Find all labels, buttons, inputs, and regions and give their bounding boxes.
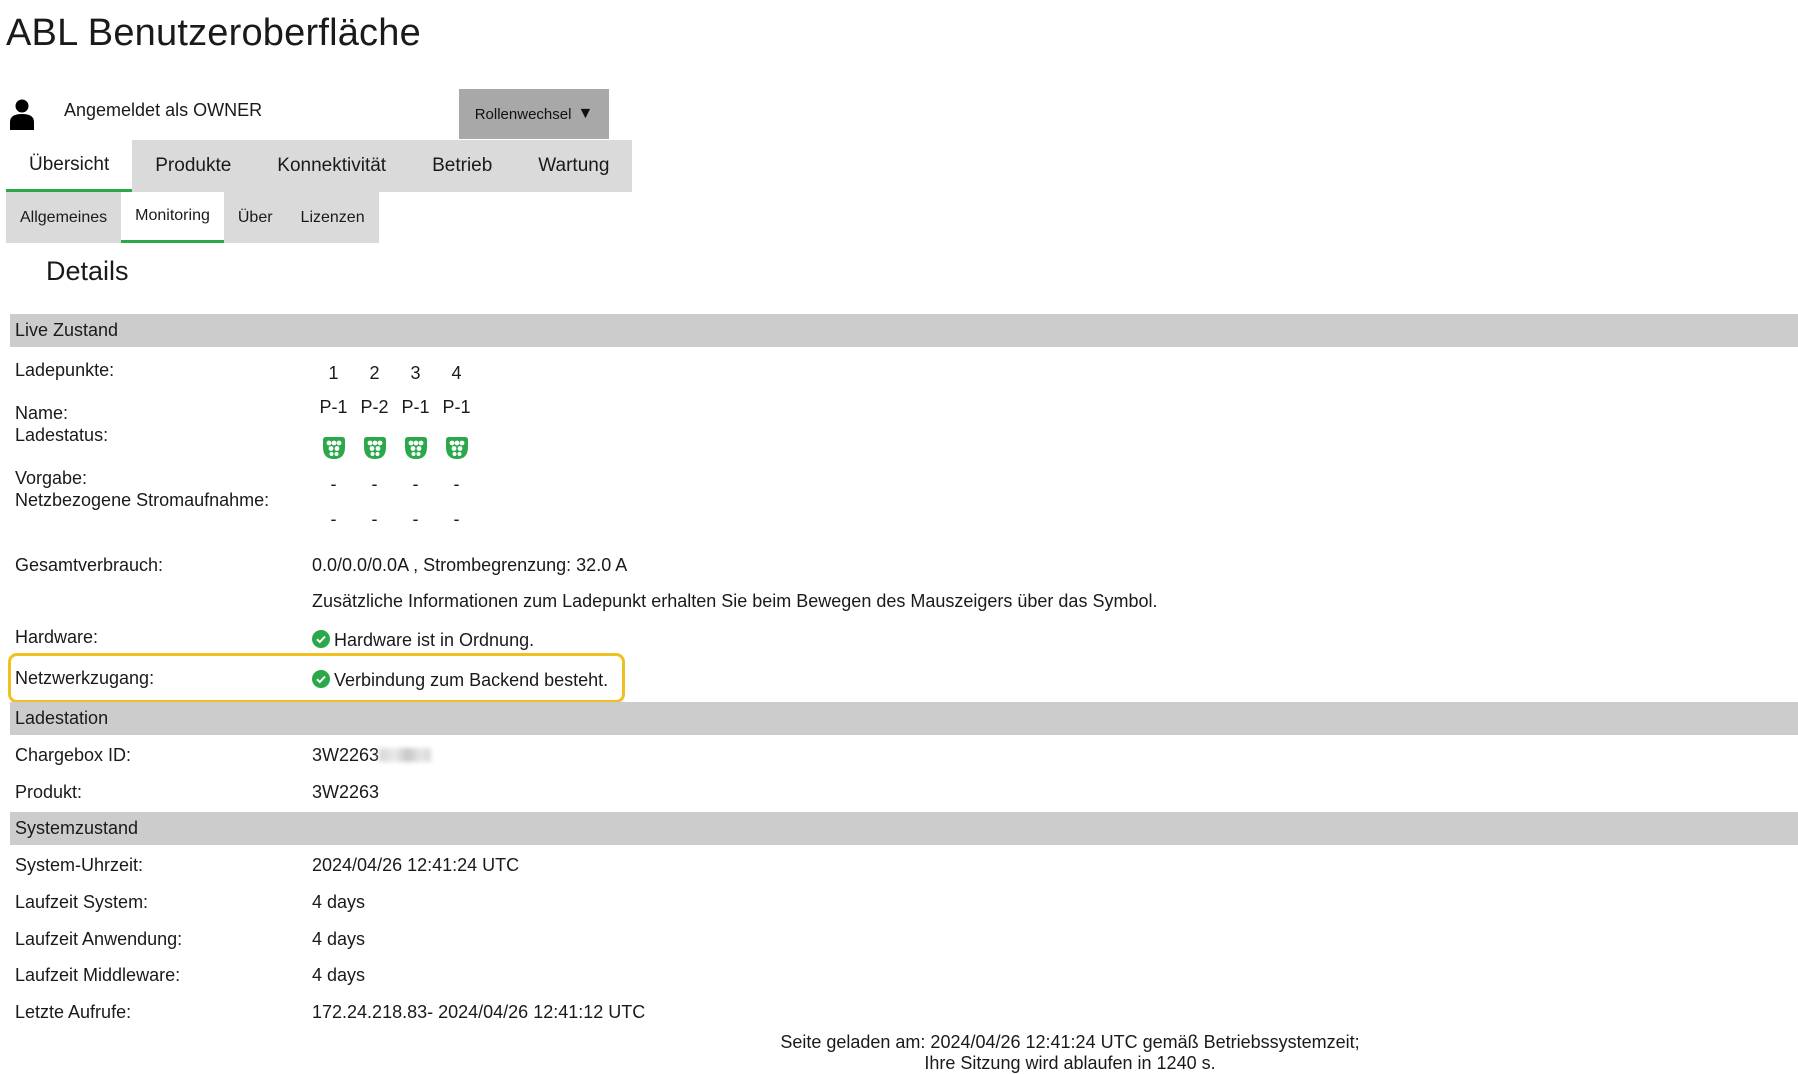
netzbezug-label: Netzbezogene Stromaufnahme: [15,490,270,510]
ladepunkt-name: P-1 [442,397,471,417]
laufzeit-anwendung-value: 4 days [312,929,366,949]
vorgabe-value: - [330,474,337,494]
chargebox-id-value: 3W2263 [312,745,432,766]
ladepunkt-name: P-1 [319,397,348,417]
hardware-status-text: Hardware ist in Ordnung. [334,630,535,650]
netzwerkzugang-status: Verbindung zum Backend besteht. [312,670,608,691]
system-uhrzeit-value: 2024/04/26 12:41:24 UTC [312,855,520,875]
tab-konnektivitaet[interactable]: Konnektivität [254,140,410,192]
section-ladestation: Ladestation [10,702,1798,735]
footer-loaded-at: Seite geladen am: 2024/04/26 12:41:24 UT… [780,1032,1360,1052]
netzwerkzugang-status-text: Verbindung zum Backend besteht. [334,670,609,690]
netzbezug-row: - - - - [313,509,477,530]
hardware-label: Hardware: [15,627,99,647]
details-heading: Details [46,256,129,286]
triangle-down-icon: ▼ [577,105,594,122]
charging-connector-icon[interactable] [354,434,395,462]
ladepunkt-number: 3 [410,363,421,383]
ladepunkt-name: P-1 [401,397,430,417]
section-systemzustand: Systemzustand [10,812,1798,845]
hardware-status: Hardware ist in Ordnung. [312,630,534,651]
tab-wartung[interactable]: Wartung [515,140,633,192]
role-switch-button[interactable]: Rollenwechsel ▼ [459,89,609,139]
tab-uebersicht[interactable]: Übersicht [6,140,133,192]
subtab-allgemeines[interactable]: Allgemeines [6,192,122,243]
vorgabe-row: - - - - [313,474,477,495]
vorgabe-value: - [371,474,378,494]
subtab-lizenzen[interactable]: Lizenzen [286,192,379,243]
ladepunkt-number: 1 [328,363,339,383]
netzwerkzugang-label: Netzwerkzugang: [15,668,155,688]
tab-produkte[interactable]: Produkte [132,140,255,192]
ladepunkte-label: Ladepunkte: [15,360,115,380]
produkt-label: Produkt: [15,782,83,802]
ladestatus-label: Ladestatus: [15,425,109,445]
system-uhrzeit-label: System-Uhrzeit: [15,855,144,875]
letzte-aufrufe-label: Letzte Aufrufe: [15,1002,132,1022]
charging-connector-icon[interactable] [395,434,436,462]
check-circle-icon [312,630,330,648]
info-text: Zusätzliche Informationen zum Ladepunkt … [312,591,1158,611]
ladepunkt-name: P-2 [360,397,389,417]
chargebox-id-text: 3W2263 [312,745,380,765]
laufzeit-anwendung-label: Laufzeit Anwendung: [15,929,183,949]
charging-connector-icon[interactable] [313,434,354,462]
name-label: Name: [15,403,69,423]
ladepunkt-number: 4 [451,363,462,383]
netzbezug-value: - [412,509,419,529]
chargebox-id-label: Chargebox ID: [15,745,132,765]
section-live-zustand: Live Zustand [10,314,1798,347]
ladepunkte-row: 1 2 3 4 [313,363,477,384]
gesamtverbrauch-label: Gesamtverbrauch: [15,555,164,575]
gesamtverbrauch-value: 0.0/0.0/0.0A , Strombegrenzung: 32.0 A [312,555,628,575]
produkt-value: 3W2263 [312,782,380,802]
laufzeit-system-value: 4 days [312,892,366,912]
redacted-blur [379,748,432,762]
subtab-ueber[interactable]: Über [223,192,287,243]
vorgabe-value: - [412,474,419,494]
laufzeit-middleware-label: Laufzeit Middleware: [15,965,181,985]
logged-in-user-label: Angemeldet als OWNER [64,100,263,120]
user-icon [10,99,34,130]
check-circle-icon [312,670,330,688]
names-row: P-1 P-2 P-1 P-1 [313,397,477,418]
letzte-aufrufe-value: 172.24.218.83- 2024/04/26 12:41:12 UTC [312,1002,646,1022]
vorgabe-label: Vorgabe: [15,468,88,488]
laufzeit-middleware-value: 4 days [312,965,366,985]
subtab-monitoring[interactable]: Monitoring [121,192,224,243]
ladestatus-row [313,434,477,462]
ladepunkt-number: 2 [369,363,380,383]
netzbezug-value: - [371,509,378,529]
vorgabe-value: - [453,474,460,494]
charging-connector-icon[interactable] [436,434,477,462]
tab-betrieb[interactable]: Betrieb [409,140,516,192]
role-switch-label: Rollenwechsel [474,105,572,123]
netzbezug-value: - [330,509,337,529]
sub-tabs: Allgemeines Monitoring Über Lizenzen [6,192,379,243]
netzbezug-value: - [453,509,460,529]
page-title: ABL Benutzeroberfläche [6,12,421,54]
main-tabs: Übersicht Produkte Konnektivität Betrieb… [6,140,633,192]
laufzeit-system-label: Laufzeit System: [15,892,149,912]
